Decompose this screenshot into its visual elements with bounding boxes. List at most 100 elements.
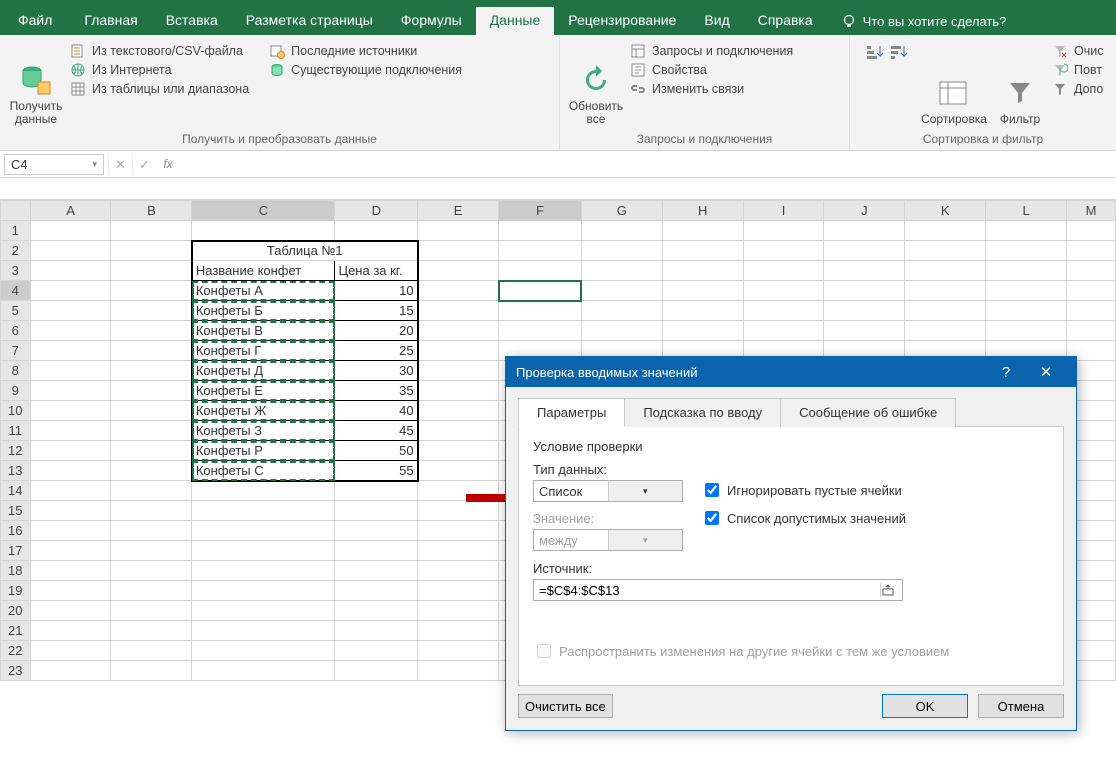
cell[interactable]	[111, 401, 192, 421]
cell[interactable]	[581, 261, 662, 281]
chevron-down-icon[interactable]: ▾	[92, 159, 97, 170]
row-header[interactable]: 20	[1, 601, 31, 621]
cell[interactable]	[30, 361, 111, 381]
tab-layout[interactable]: Разметка страницы	[232, 7, 387, 35]
cancel-button[interactable]: Отмена	[978, 694, 1064, 718]
cell[interactable]	[905, 221, 986, 241]
cell[interactable]	[499, 301, 582, 321]
cell[interactable]	[418, 221, 499, 241]
cell[interactable]	[30, 421, 111, 441]
cell[interactable]	[111, 521, 192, 541]
col-header[interactable]: A	[30, 201, 111, 221]
cell[interactable]	[824, 221, 905, 241]
tab-data[interactable]: Данные	[476, 7, 555, 35]
cell[interactable]	[111, 421, 192, 441]
cell[interactable]	[662, 261, 743, 281]
row-header[interactable]: 19	[1, 581, 31, 601]
cell[interactable]	[418, 361, 499, 381]
cell[interactable]	[1067, 241, 1116, 261]
cell[interactable]	[30, 341, 111, 361]
cell[interactable]	[743, 261, 824, 281]
row-header[interactable]: 5	[1, 301, 31, 321]
cell[interactable]	[418, 341, 499, 361]
dialog-tab-error[interactable]: Сообщение об ошибке	[780, 398, 956, 427]
dialog-tab-input[interactable]: Подсказка по вводу	[624, 398, 781, 427]
cell[interactable]	[111, 661, 192, 681]
cell[interactable]	[30, 481, 111, 501]
cell[interactable]	[905, 281, 986, 301]
edit-links-button[interactable]: Изменить связи	[630, 81, 793, 97]
cell[interactable]	[30, 261, 111, 281]
cell[interactable]: Конфеты В	[192, 321, 335, 341]
cell[interactable]	[192, 221, 335, 241]
cell[interactable]	[581, 301, 662, 321]
cell[interactable]	[335, 641, 418, 661]
cell[interactable]	[418, 281, 499, 301]
cell[interactable]	[662, 321, 743, 341]
row-header[interactable]: 4	[1, 281, 31, 301]
source-input[interactable]	[534, 583, 880, 598]
cell[interactable]: Конфеты С	[192, 461, 335, 481]
cell[interactable]	[111, 381, 192, 401]
cell[interactable]	[499, 321, 582, 341]
cell[interactable]	[986, 281, 1067, 301]
cell[interactable]	[111, 361, 192, 381]
cell[interactable]	[30, 381, 111, 401]
chevron-down-icon[interactable]: ▾	[608, 481, 683, 501]
cell[interactable]	[30, 621, 111, 641]
cell[interactable]	[30, 601, 111, 621]
cell[interactable]	[418, 661, 499, 681]
cell[interactable]	[986, 241, 1067, 261]
cell[interactable]	[418, 441, 499, 461]
row-header[interactable]: 13	[1, 461, 31, 481]
cell[interactable]	[30, 441, 111, 461]
fx-label[interactable]: fx	[156, 157, 180, 171]
cell[interactable]	[192, 641, 335, 661]
cell[interactable]	[743, 241, 824, 261]
cell[interactable]: Название конфет	[192, 261, 335, 281]
cell[interactable]	[111, 621, 192, 641]
col-header[interactable]: K	[905, 201, 986, 221]
cell[interactable]	[335, 601, 418, 621]
help-button[interactable]: ?	[986, 364, 1026, 381]
cell[interactable]	[905, 321, 986, 341]
cell[interactable]	[986, 301, 1067, 321]
cell[interactable]	[335, 501, 418, 521]
cell[interactable]	[418, 301, 499, 321]
col-header[interactable]: E	[418, 201, 499, 221]
cell[interactable]	[335, 481, 418, 501]
cell[interactable]	[111, 341, 192, 361]
cell[interactable]	[111, 581, 192, 601]
cell[interactable]	[743, 301, 824, 321]
cell[interactable]	[581, 221, 662, 241]
tell-me[interactable]: Что вы хотите сделать?	[835, 7, 1007, 35]
name-box[interactable]: C4 ▾	[4, 154, 104, 175]
cell[interactable]	[499, 221, 582, 241]
cell[interactable]	[418, 321, 499, 341]
cell[interactable]	[335, 661, 418, 681]
col-header[interactable]: B	[111, 201, 192, 221]
cell[interactable]	[824, 301, 905, 321]
cell[interactable]: 45	[335, 421, 418, 441]
cell[interactable]	[824, 241, 905, 261]
cell[interactable]	[581, 241, 662, 261]
cell[interactable]: Конфеты Г	[192, 341, 335, 361]
cell[interactable]	[192, 561, 335, 581]
sort-desc-icon[interactable]	[888, 43, 908, 63]
row-header[interactable]: 11	[1, 421, 31, 441]
queries-button[interactable]: Запросы и подключения	[630, 43, 793, 59]
refresh-all-button[interactable]: Обновить все	[566, 39, 626, 130]
cell[interactable]	[111, 261, 192, 281]
row-header[interactable]: 21	[1, 621, 31, 641]
cell[interactable]	[30, 301, 111, 321]
cell[interactable]: 20	[335, 321, 418, 341]
row-header[interactable]: 23	[1, 661, 31, 681]
row-header[interactable]: 6	[1, 321, 31, 341]
cell[interactable]: 40	[335, 401, 418, 421]
cell[interactable]: 10	[335, 281, 418, 301]
from-web-button[interactable]: Из Интернета	[70, 62, 249, 78]
cell[interactable]	[30, 501, 111, 521]
cell[interactable]	[111, 601, 192, 621]
cell[interactable]	[30, 661, 111, 681]
cell[interactable]	[418, 461, 499, 481]
